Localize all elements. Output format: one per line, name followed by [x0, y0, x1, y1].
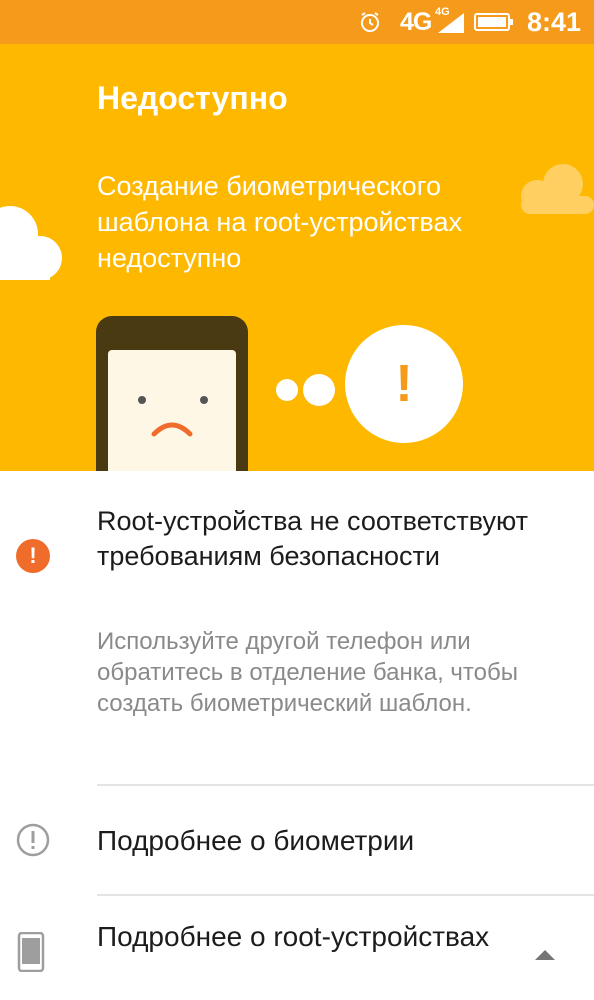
- exclamation-glyph: !: [29, 543, 37, 568]
- warning-title: Root-устройства не соответствуют требова…: [97, 506, 529, 571]
- alarm-icon: [361, 12, 379, 32]
- network-type: 4G: [400, 8, 432, 36]
- exclamation-circle-icon: !: [16, 539, 50, 573]
- header-banner: Недоступно Создание биометрического шабл…: [0, 44, 594, 471]
- cloud-icon: [0, 206, 62, 280]
- phone-icon: [17, 932, 45, 972]
- sad-phone-illustration: [96, 316, 248, 471]
- page-subtitle: Создание биометрического шаблона на root…: [97, 171, 462, 273]
- exclamation-mark: !: [395, 355, 413, 413]
- link-biometrics[interactable]: Подробнее о биометрии: [0, 786, 594, 894]
- status-bar: 4G 4G 8:41: [0, 0, 594, 44]
- link-root-devices[interactable]: Подробнее о root-устройствах: [0, 896, 594, 1000]
- page-title: Недоступно: [97, 80, 288, 116]
- battery-icon: [474, 13, 513, 31]
- exclamation-bubble: !: [345, 325, 463, 443]
- signal-icon: [438, 13, 464, 33]
- thought-dot: [276, 379, 298, 401]
- link-root-devices-label: Подробнее о root-устройствах: [97, 921, 490, 952]
- thought-dot: [303, 374, 335, 406]
- chevron-up-icon[interactable]: [535, 948, 555, 960]
- link-biometrics-label: Подробнее о биометрии: [97, 825, 415, 856]
- clock: 8:41: [527, 7, 582, 37]
- warning-description: Используйте другой телефон или обратитес…: [97, 628, 518, 717]
- info-circle-icon: [16, 823, 50, 857]
